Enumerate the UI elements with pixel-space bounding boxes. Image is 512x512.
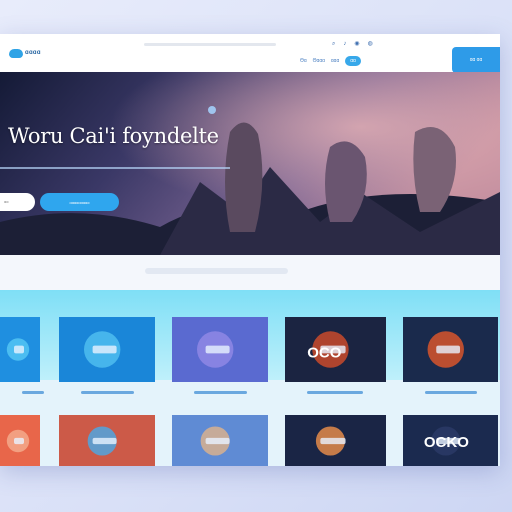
- top-navigation: ɑɑɑɑ ⌕ ♪ ◉ ◍ Θɑ Θɑɑɑ ɑɑɑ ɑɑ: [0, 34, 500, 72]
- hero-cta-button[interactable]: ɑɑɑɑɑɑɑɑɑ: [40, 193, 119, 211]
- card-caption-line: [307, 391, 363, 394]
- thumbnail-art: [0, 317, 40, 382]
- thumbnail-card-5[interactable]: [403, 317, 498, 382]
- browser-page: ɑɑɑɑ ⌕ ♪ ◉ ◍ Θɑ Θɑɑɑ ɑɑɑ ɑɑ ɑɑ ɑɑ Woru C…: [0, 34, 500, 466]
- hero-banner: Woru Cai'i foyndelte ɑɑ ɑɑɑɑɑɑɑ: [0, 72, 500, 255]
- thumbnail-card-3[interactable]: [172, 317, 268, 382]
- nav-active-pill[interactable]: ɑɑ: [345, 56, 361, 66]
- card-caption-line: [22, 391, 44, 394]
- thumbnail-card-9[interactable]: [285, 415, 386, 466]
- top-icon-group: ⌕ ♪ ◉ ◍: [332, 41, 373, 47]
- card-caption-line: [425, 391, 478, 394]
- thumbnail-art: OCKO: [403, 415, 498, 466]
- thumbnail-art: [0, 415, 40, 466]
- card-caption-line: [194, 391, 247, 394]
- thumbnail-art: OCO: [285, 317, 386, 382]
- card-caption-line: [81, 391, 134, 394]
- thumbnail-art: [285, 415, 386, 466]
- nav-link-1[interactable]: Θɑ: [300, 58, 307, 64]
- thumbnail-text: OCO: [307, 344, 342, 361]
- cloud-logo-icon: [9, 48, 23, 58]
- search-bar[interactable]: [144, 43, 276, 46]
- thumbnail-card-8[interactable]: [172, 415, 268, 466]
- logo[interactable]: ɑɑɑɑ: [9, 46, 41, 60]
- bell-icon[interactable]: ♪: [343, 41, 346, 47]
- thumbnail-card-2[interactable]: [59, 317, 155, 382]
- thumbnail-art: [172, 415, 268, 466]
- card-grid: OCO OCKO: [0, 290, 500, 466]
- thumbnail-card-4[interactable]: OCO: [285, 317, 386, 382]
- logo-text: ɑɑɑɑ: [25, 50, 41, 56]
- thumbnail-art: [59, 415, 155, 466]
- user-icon[interactable]: ◉: [354, 41, 359, 47]
- thumbnail-art: [172, 317, 268, 382]
- thumbnail-art: [59, 317, 155, 382]
- hero-subtitle-line: [0, 167, 230, 169]
- thumbnail-text: OCKO: [424, 434, 469, 451]
- nav-link-3[interactable]: ɑɑɑ: [331, 58, 339, 64]
- hero-title: Woru Cai'i foyndelte: [8, 124, 219, 148]
- nav-links: Θɑ Θɑɑɑ ɑɑɑ ɑɑ: [300, 56, 361, 66]
- thumbnail-card-7[interactable]: [59, 415, 155, 466]
- thumbnail-card-6[interactable]: [0, 415, 40, 466]
- nav-link-2[interactable]: Θɑɑɑ: [313, 58, 325, 64]
- thumbnail-art: [403, 317, 498, 382]
- header-cta-button[interactable]: ɑɑ ɑɑ: [452, 47, 500, 73]
- hero-artwork: [0, 72, 500, 255]
- hero-email-input[interactable]: [0, 193, 35, 211]
- thumbnail-card-10[interactable]: OCKO: [403, 415, 498, 466]
- globe-icon[interactable]: ◍: [368, 41, 373, 47]
- search-icon[interactable]: ⌕: [332, 41, 335, 47]
- section-divider: [145, 268, 288, 274]
- thumbnail-card-1[interactable]: [0, 317, 40, 382]
